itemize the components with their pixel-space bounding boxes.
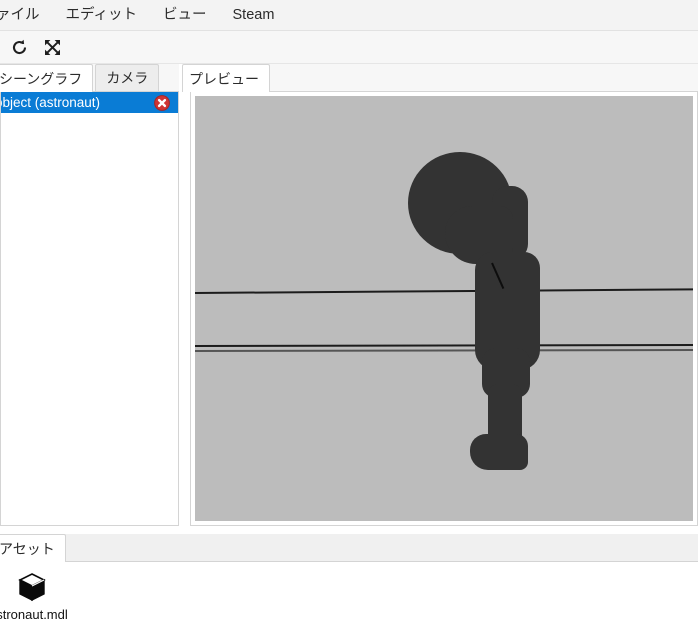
toolbar: [0, 31, 698, 64]
tree-item-label: object (astronaut): [0, 95, 101, 110]
tab-preview-label: プレビュー: [189, 70, 259, 87]
asset-item-label: stronaut.mdl: [0, 607, 68, 622]
asset-item-astronaut[interactable]: stronaut.mdl: [0, 570, 68, 642]
tab-assets[interactable]: アセット: [0, 534, 66, 562]
horizon-line-upper: [195, 288, 693, 294]
application-window: ァイル エディット ビュー Steam シーングラフ カメラ object (a…: [0, 0, 698, 642]
tab-assets-label: アセット: [0, 540, 55, 557]
menu-item-steam[interactable]: Steam: [220, 4, 288, 27]
scene-graph-tree[interactable]: object (astronaut): [0, 92, 179, 526]
horizon-line-lower-a: [195, 343, 693, 347]
menu-item-file[interactable]: ァイル: [0, 4, 53, 27]
scene-graph-tabstrip: シーングラフ カメラ: [0, 64, 179, 92]
asset-panel: アセット stronaut.mdl: [0, 534, 698, 642]
tab-scene-graph[interactable]: シーングラフ: [0, 64, 94, 92]
model-boot: [470, 434, 528, 470]
fullscreen-icon: [44, 39, 61, 56]
preview-tabstrip: プレビュー: [182, 64, 698, 92]
asset-list[interactable]: stronaut.mdl: [0, 562, 698, 642]
menu-item-view[interactable]: ビュー: [150, 4, 220, 27]
reload-button[interactable]: [8, 36, 30, 58]
fullscreen-button[interactable]: [41, 36, 63, 58]
refresh-icon: [11, 39, 28, 56]
menu-bar: ァイル エディット ビュー Steam: [0, 0, 698, 31]
scene-graph-panel: シーングラフ カメラ object (astronaut): [0, 64, 179, 526]
cube-icon: [15, 570, 49, 604]
tab-scene-graph-label: シーングラフ: [0, 70, 83, 87]
preview-panel: プレビュー: [182, 64, 698, 526]
3d-viewport[interactable]: [195, 96, 693, 521]
tab-camera-label: カメラ: [106, 70, 149, 86]
tab-camera[interactable]: カメラ: [95, 64, 160, 91]
menu-item-edit[interactable]: エディット: [53, 4, 151, 27]
asset-tabstrip: アセット: [0, 534, 698, 562]
horizon-line-lower-b: [195, 348, 693, 352]
viewport-frame: [190, 92, 698, 526]
tree-item-astronaut[interactable]: object (astronaut): [1, 92, 178, 113]
tab-preview[interactable]: プレビュー: [182, 64, 270, 92]
delete-circle-icon[interactable]: [154, 94, 170, 111]
